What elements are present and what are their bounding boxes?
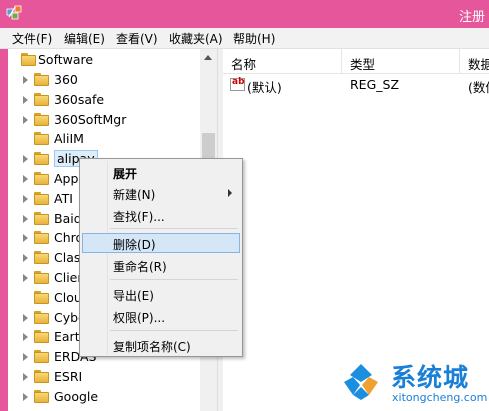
menu-item-permissions[interactable]: 权限(P)... — [82, 306, 240, 326]
submenu-arrow-icon — [228, 189, 232, 197]
string-value-icon: ab — [230, 77, 245, 91]
watermark-logo-icon — [339, 360, 383, 404]
expand-arrow-icon[interactable] — [23, 353, 28, 362]
tree-item-software[interactable]: Software — [8, 50, 203, 70]
folder-icon — [34, 271, 49, 284]
value-name[interactable]: (默认) — [247, 77, 282, 96]
window-title: 注册 — [459, 10, 486, 25]
tree-item-label: 360safe — [54, 91, 105, 107]
folder-icon — [34, 330, 49, 344]
tree-item[interactable]: 360SoftMgr — [8, 110, 203, 130]
menu-item-delete[interactable]: 删除(D) — [82, 233, 240, 253]
column-header-name[interactable]: 名称 — [231, 54, 256, 73]
tree-item-label: Clas — [54, 250, 81, 266]
menu-item-copy-key-name[interactable]: 复制项名称(C) — [82, 335, 240, 355]
expand-arrow-icon[interactable] — [23, 95, 28, 104]
expand-arrow-icon[interactable] — [23, 155, 28, 164]
menu-item-new[interactable]: 新建(N) — [82, 183, 240, 203]
expand-arrow-icon[interactable] — [23, 392, 28, 401]
menu-favorites[interactable]: 收藏夹(A) — [169, 30, 223, 47]
folder-icon — [34, 211, 49, 225]
expand-arrow-icon[interactable] — [23, 115, 28, 124]
tree-item[interactable]: 360safe — [8, 90, 203, 110]
folder-icon — [34, 172, 49, 185]
values-header: 名称 类型 数据 — [223, 49, 489, 74]
expand-arrow-icon[interactable] — [23, 234, 28, 243]
watermark-brand: 系统城 — [391, 363, 470, 392]
menu-item-export[interactable]: 导出(E) — [82, 284, 240, 304]
tree-item-label: AliIM — [54, 131, 84, 147]
folder-icon — [34, 389, 49, 403]
folder-open-icon — [21, 53, 36, 66]
watermark-url: xitongcheng.com — [392, 391, 488, 404]
expand-arrow-icon[interactable] — [23, 214, 28, 223]
folder-icon — [34, 132, 49, 146]
folder-icon — [34, 112, 49, 126]
tree-item-label: 360SoftMgr — [54, 111, 127, 127]
menu-help[interactable]: 帮助(H) — [233, 30, 275, 47]
menu-bar: 文件(F) 编辑(E) 查看(V) 收藏夹(A) 帮助(H) — [0, 28, 489, 49]
folder-icon — [34, 350, 49, 364]
context-menu: 展开 新建(N) 查找(F)... 删除(D) 重命名(R) 导出(E) 权限(… — [79, 158, 243, 357]
menu-view[interactable]: 查看(V) — [116, 30, 158, 47]
tree-item[interactable]: 360 — [8, 70, 203, 90]
menu-separator — [110, 228, 238, 229]
folder-icon — [34, 191, 49, 205]
folder-icon — [34, 290, 49, 304]
menu-item-find[interactable]: 查找(F)... — [82, 205, 240, 225]
menu-item-expand[interactable]: 展开 — [82, 162, 240, 182]
expand-arrow-icon[interactable] — [23, 373, 28, 381]
tree-item[interactable]: Google — [8, 387, 203, 407]
folder-icon — [34, 310, 49, 324]
menu-item-rename[interactable]: 重命名(R) — [82, 255, 240, 275]
registry-editor-icon — [6, 5, 22, 20]
folder-icon — [34, 92, 49, 106]
folder-icon — [34, 73, 49, 86]
tree-item-label: Baid — [54, 210, 82, 226]
tree-item-label: ESRI — [54, 369, 83, 384]
column-divider[interactable] — [341, 49, 342, 73]
tree-item-label: ATI — [54, 190, 73, 206]
tree-item-label: Clou — [54, 289, 82, 305]
menu-file[interactable]: 文件(F) — [12, 30, 52, 47]
column-header-type[interactable]: 类型 — [350, 54, 375, 73]
tree-item-label: Google — [54, 388, 99, 404]
expand-arrow-icon[interactable] — [23, 274, 28, 282]
menu-separator — [110, 279, 238, 280]
expand-arrow-icon[interactable] — [23, 333, 28, 342]
column-divider[interactable] — [459, 49, 460, 73]
tree-item[interactable]: AliIM — [8, 129, 203, 149]
folder-icon — [34, 152, 49, 166]
tree-item-label: 360 — [54, 72, 78, 87]
tree-item[interactable]: ESRI — [8, 367, 203, 387]
expand-arrow-icon[interactable] — [23, 175, 28, 183]
folder-icon — [34, 231, 49, 245]
folder-icon — [34, 251, 49, 265]
scroll-thumb[interactable] — [202, 133, 215, 159]
scroll-up-arrow-icon[interactable] — [204, 55, 212, 60]
folder-icon — [34, 370, 49, 383]
title-bar: 注册 — [0, 0, 489, 28]
tree-item-label: Software — [38, 52, 94, 67]
menu-separator — [110, 330, 238, 331]
expand-arrow-icon[interactable] — [23, 313, 28, 322]
watermark: 系统城 xitongcheng.com — [331, 354, 489, 411]
value-data: (数值 — [468, 80, 489, 95]
expand-arrow-icon[interactable] — [23, 76, 28, 84]
expand-arrow-icon[interactable] — [23, 194, 28, 203]
column-header-data[interactable]: 数据 — [468, 54, 489, 73]
tree-item-label: App — [54, 171, 79, 186]
expand-arrow-icon[interactable] — [23, 254, 28, 263]
menu-edit[interactable]: 编辑(E) — [64, 30, 105, 47]
value-type: REG_SZ — [350, 77, 400, 92]
